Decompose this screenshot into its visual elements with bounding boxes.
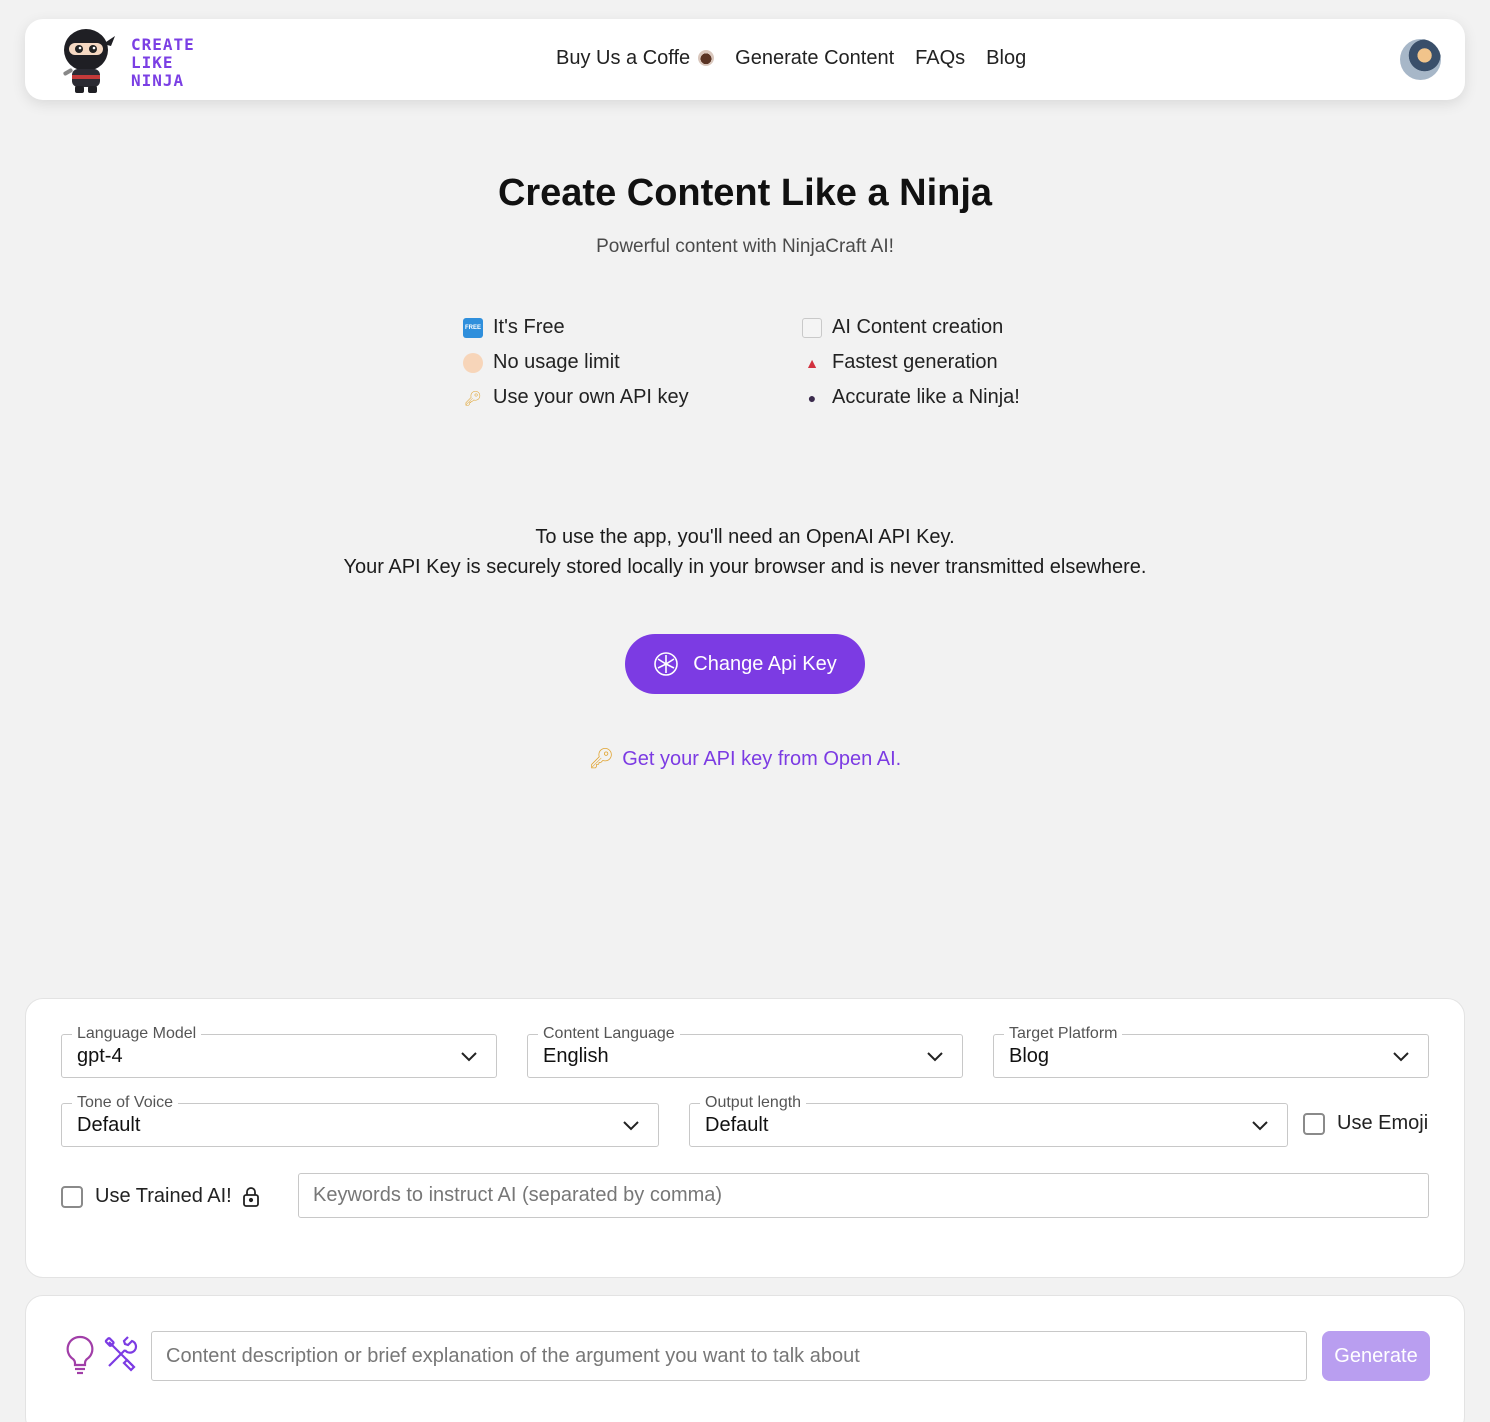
chevron-down-icon <box>461 1052 477 1062</box>
lightbulb-icon[interactable] <box>64 1334 96 1376</box>
ninja-mascot-icon <box>63 29 115 93</box>
ninja-icon: ● <box>807 389 817 406</box>
tone-of-voice-select[interactable]: Tone of Voice Default <box>61 1093 659 1147</box>
api-info-line-2: Your API Key is securely stored locally … <box>343 556 1147 578</box>
change-api-key-label: Change Api Key <box>693 652 837 675</box>
generate-button[interactable]: Generate <box>1322 1331 1430 1381</box>
use-emoji-checkbox[interactable] <box>1303 1112 1325 1135</box>
feature-label: No usage limit <box>493 351 620 373</box>
page-icon <box>802 317 822 338</box>
openai-icon <box>654 652 679 676</box>
tone-of-voice-value: Default <box>77 1114 141 1136</box>
user-avatar[interactable] <box>1400 39 1441 80</box>
feature-item-free: FREE It's Free <box>463 316 565 339</box>
use-emoji-label: Use Emoji <box>1337 1112 1429 1134</box>
main-nav: Buy Us a Coffe Generate Content FAQs Blo… <box>556 47 1026 70</box>
content-language-label: Content Language <box>538 1024 680 1044</box>
free-badge-icon: FREE <box>463 317 483 338</box>
brand-logo[interactable]: CREATE LIKE NINJA <box>55 26 225 94</box>
use-emoji-toggle[interactable]: Use Emoji <box>1303 1112 1428 1135</box>
page-subtitle: Powerful content with NinjaCraft AI! <box>596 236 894 257</box>
nav-faqs[interactable]: FAQs <box>915 47 965 70</box>
brand-word: LIKE <box>131 53 174 72</box>
brand-wordmark: CREATE LIKE NINJA <box>131 36 195 90</box>
content-language-select[interactable]: Content Language English <box>527 1024 963 1078</box>
lock-icon <box>242 1186 259 1207</box>
output-length-label: Output length <box>700 1093 807 1113</box>
language-model-select[interactable]: Language Model gpt-4 <box>61 1024 497 1078</box>
coffee-icon <box>698 50 715 66</box>
nav-blog[interactable]: Blog <box>986 47 1026 70</box>
feature-item-ai: AI Content creation <box>802 316 1003 339</box>
get-api-key-row: 🔑︎ Get your API key from Open AI. <box>0 746 1490 771</box>
feature-label: AI Content creation <box>832 316 1004 338</box>
use-trained-ai-label: Use Trained AI! <box>95 1185 232 1207</box>
output-length-value: Default <box>705 1114 769 1136</box>
nav-buy-coffee-label: Buy Us a Coffe <box>556 47 691 69</box>
brand-word: CREATE <box>131 35 195 54</box>
chevron-down-icon <box>623 1121 639 1131</box>
settings-card: Language Model gpt-4 Content Language En… <box>25 998 1465 1278</box>
output-length-select[interactable]: Output length Default <box>689 1093 1288 1147</box>
feature-item-accurate: ● Accurate like a Ninja! <box>802 386 1020 409</box>
feature-item-limit: No usage limit <box>463 351 620 374</box>
target-platform-label: Target Platform <box>1004 1024 1123 1044</box>
race-car-icon: ▲ <box>805 354 819 371</box>
nav-generate-content[interactable]: Generate Content <box>735 47 894 70</box>
top-navbar: CREATE LIKE NINJA Buy Us a Coffe Generat… <box>25 19 1465 100</box>
tone-of-voice-label: Tone of Voice <box>72 1093 179 1113</box>
feature-label: Accurate like a Ninja! <box>832 386 1020 408</box>
target-platform-select[interactable]: Target Platform Blog <box>993 1024 1429 1078</box>
chevron-down-icon <box>1252 1121 1268 1131</box>
content-language-value: English <box>543 1045 609 1067</box>
feature-item-own-key: 🔑︎ Use your own API key <box>463 386 689 409</box>
api-info-line-1: To use the app, you'll need an OpenAI AP… <box>535 526 955 548</box>
key-icon: 🔑︎ <box>588 748 615 770</box>
use-trained-ai-toggle[interactable]: Use Trained AI! <box>61 1185 260 1208</box>
nav-buy-coffee[interactable]: Buy Us a Coffe <box>556 47 715 70</box>
key-icon: 🔑︎ <box>464 389 482 406</box>
target-platform-value: Blog <box>1009 1045 1050 1067</box>
get-api-key-link[interactable]: Get your API key from Open AI. <box>622 748 901 770</box>
brand-word: NINJA <box>131 71 185 90</box>
feature-label: Use your own API key <box>493 386 689 408</box>
feature-label: Fastest generation <box>832 351 998 373</box>
page-title: Create Content Like a Ninja <box>497 172 993 214</box>
chevron-down-icon <box>927 1052 943 1062</box>
language-model-value: gpt-4 <box>77 1045 123 1067</box>
content-description-input[interactable] <box>151 1331 1307 1381</box>
generate-card: Generate <box>25 1295 1465 1422</box>
feature-item-fast: ▲ Fastest generation <box>802 351 998 374</box>
chevron-down-icon <box>1393 1052 1409 1062</box>
tools-icon[interactable] <box>103 1336 139 1372</box>
feature-label: It's Free <box>493 316 565 338</box>
keywords-input[interactable] <box>298 1173 1429 1218</box>
use-trained-ai-checkbox[interactable] <box>61 1185 83 1208</box>
language-model-label: Language Model <box>72 1024 202 1044</box>
flexed-arm-icon <box>463 352 483 373</box>
change-api-key-button[interactable]: Change Api Key <box>625 634 865 694</box>
